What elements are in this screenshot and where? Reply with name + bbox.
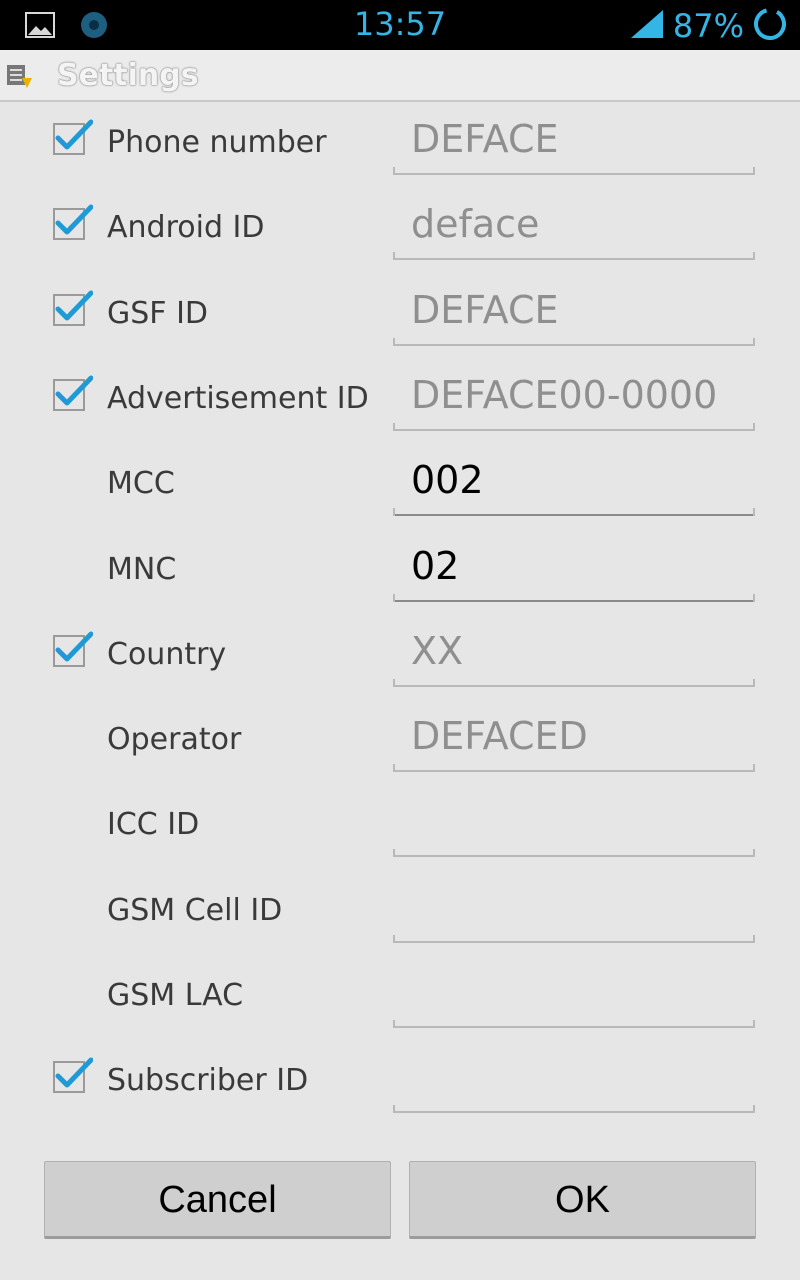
field-label: GSM LAC xyxy=(107,978,244,1013)
input-hint-text: DEFACED xyxy=(411,714,588,759)
gsm-lac-input[interactable] xyxy=(393,958,755,1028)
field-row-operator: Operator DEFACED xyxy=(0,702,800,787)
settings-list-icon[interactable] xyxy=(6,64,34,94)
signal-icon xyxy=(629,8,665,44)
battery-percent: 87% xyxy=(672,7,744,45)
field-row-phone-number: Phone number DEFACE xyxy=(0,105,800,190)
input-hint-text: deface xyxy=(411,202,540,247)
field-label: GSM Cell ID xyxy=(107,892,283,928)
advertisement-id-input[interactable]: DEFACE00-0000 xyxy=(393,361,755,431)
field-row-gsm-cell-id: GSM Cell ID xyxy=(0,873,800,958)
field-label: Advertisement ID xyxy=(107,380,369,416)
field-row-advertisement-id: Advertisement ID DEFACE00-0000 xyxy=(0,361,800,446)
field-row-gsm-lac: GSM LAC xyxy=(0,958,800,1043)
action-bar: Settings xyxy=(0,50,800,102)
input-value-text: 002 xyxy=(411,458,484,503)
country-input[interactable]: XX xyxy=(393,617,755,687)
input-hint-text: XX xyxy=(411,628,464,673)
checkbox-checked-icon[interactable] xyxy=(53,119,94,155)
checkbox-checked-icon[interactable] xyxy=(53,631,94,667)
field-row-subscriber-id: Subscriber ID xyxy=(0,1043,800,1128)
field-row-gsf-id: GSF ID DEFACE xyxy=(0,276,800,361)
cancel-button[interactable]: Cancel xyxy=(44,1161,391,1239)
page-title: Settings xyxy=(57,58,199,93)
mcc-input[interactable]: 002 xyxy=(393,446,755,517)
field-row-mcc: MCC 002 xyxy=(0,446,800,531)
checkbox-checked-icon[interactable] xyxy=(53,1057,94,1094)
field-row-android-id: Android ID deface xyxy=(0,190,800,275)
input-hint-text: DEFACE xyxy=(411,117,559,161)
checkbox-checked-icon[interactable] xyxy=(53,290,94,326)
gsf-id-input[interactable]: DEFACE xyxy=(393,276,755,346)
ok-button[interactable]: OK xyxy=(409,1161,756,1239)
input-value-text: 02 xyxy=(411,543,460,588)
field-label: ICC ID xyxy=(107,807,200,843)
input-hint-text: DEFACE00-0000 xyxy=(411,372,718,417)
operator-input[interactable]: DEFACED xyxy=(393,702,755,773)
field-row-icc-id: ICC ID xyxy=(0,787,800,872)
android-id-input[interactable]: deface xyxy=(393,190,755,261)
field-label: Phone number xyxy=(107,125,327,160)
mnc-input[interactable]: 02 xyxy=(393,532,755,602)
status-bar: 13:57 87% xyxy=(0,0,800,50)
gsm-cell-id-input[interactable] xyxy=(393,873,755,943)
field-label: Subscriber ID xyxy=(107,1063,309,1099)
field-label: MCC xyxy=(107,466,175,502)
input-hint-text: DEFACE xyxy=(411,287,559,332)
battery-ring-icon xyxy=(752,6,788,46)
field-label: GSF ID xyxy=(107,295,209,331)
field-row-mnc: MNC 02 xyxy=(0,532,800,617)
phone-number-input[interactable]: DEFACE xyxy=(393,105,755,175)
system-icons: 87% xyxy=(629,6,788,46)
checkbox-checked-icon[interactable] xyxy=(53,204,94,241)
checkbox-checked-icon[interactable] xyxy=(53,375,94,411)
icc-id-input[interactable] xyxy=(393,787,755,858)
field-label: Android ID xyxy=(107,210,265,246)
field-row-country: Country XX xyxy=(0,617,800,702)
field-label: MNC xyxy=(107,551,177,587)
subscriber-id-input[interactable] xyxy=(393,1043,755,1114)
field-label: Operator xyxy=(107,722,242,758)
field-label: Country xyxy=(107,636,227,672)
